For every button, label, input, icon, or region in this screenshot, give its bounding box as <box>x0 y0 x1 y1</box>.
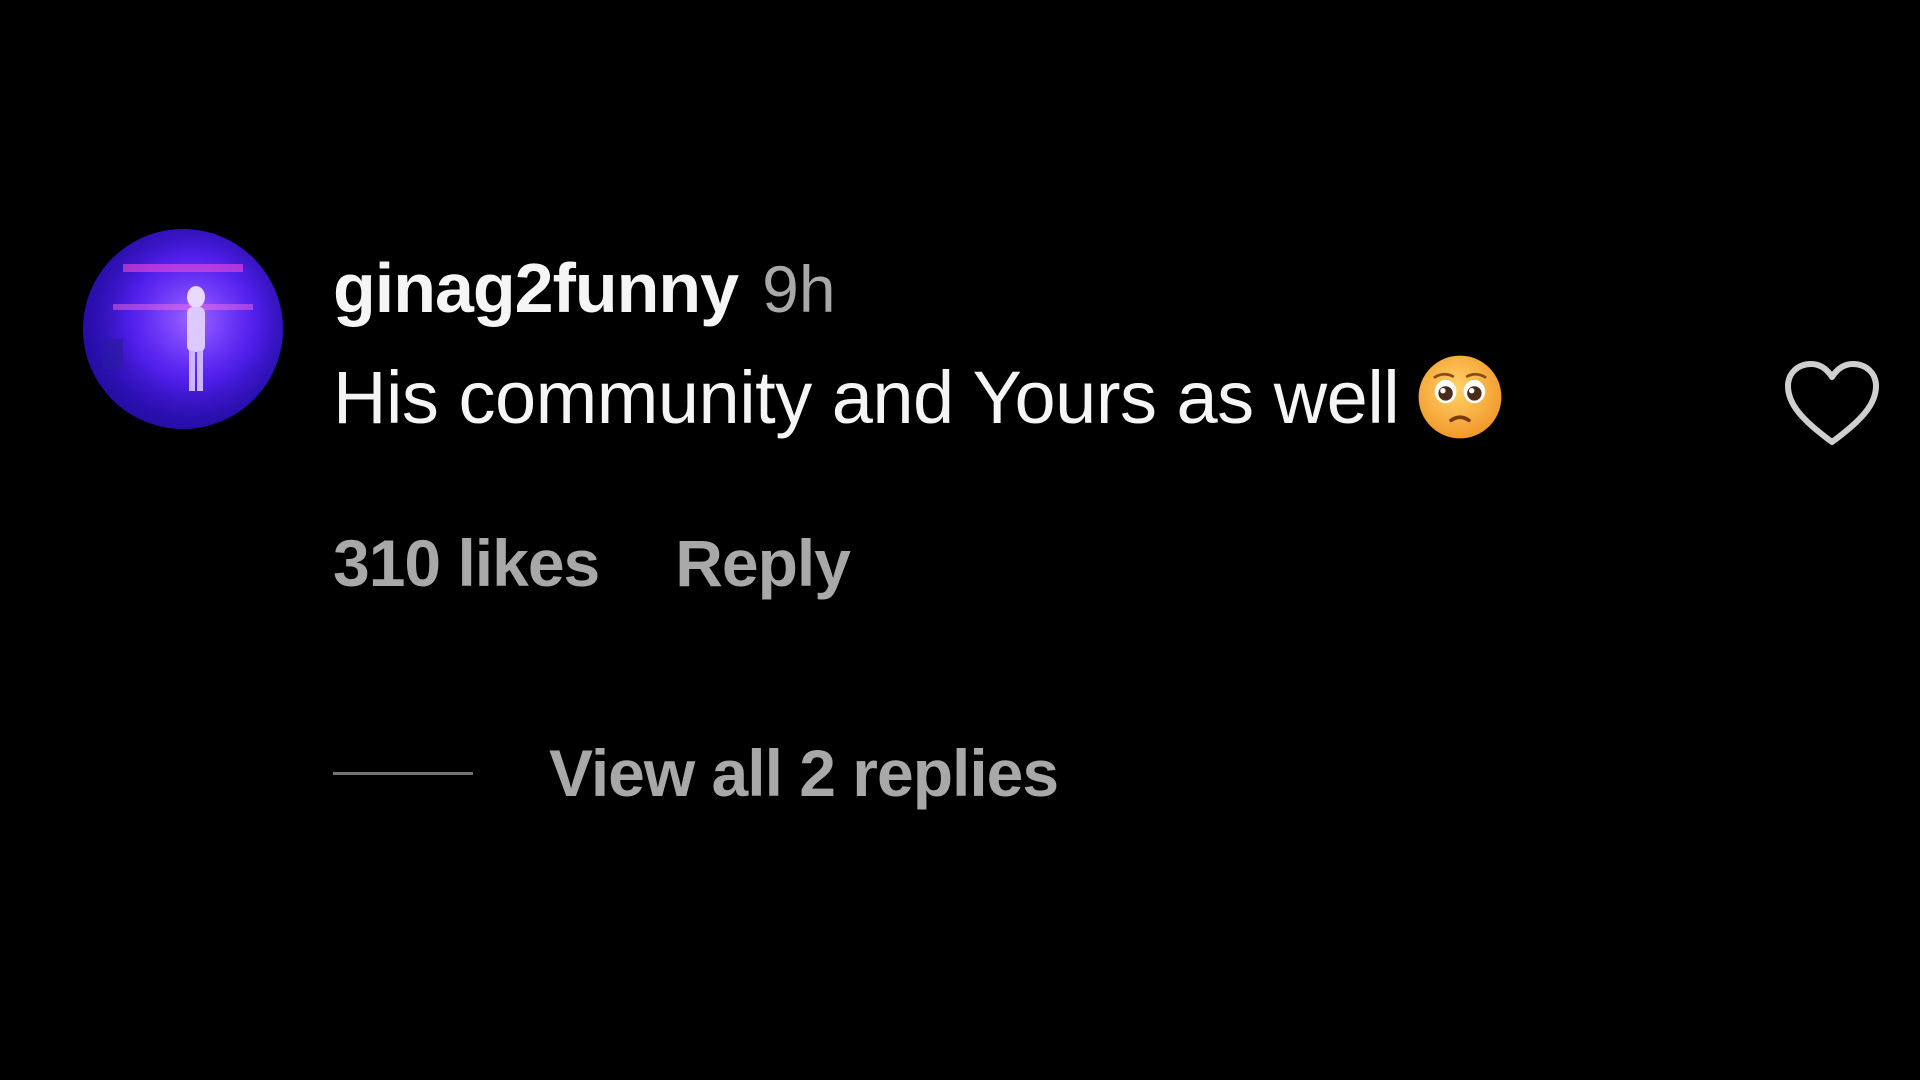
comment-actions: 310 likes Reply <box>333 525 851 601</box>
replies-divider-line <box>333 771 473 775</box>
like-button[interactable] <box>1782 360 1882 450</box>
reply-button[interactable]: Reply <box>675 525 851 601</box>
avatar[interactable] <box>83 229 283 429</box>
view-replies-label[interactable]: View all 2 replies <box>549 735 1059 811</box>
comment-text: His community and Yours as well <box>333 355 1400 439</box>
comment-body: His community and Yours as well <box>333 352 1505 442</box>
heart-outline-icon <box>1785 361 1879 445</box>
view-replies-toggle[interactable]: View all 2 replies <box>333 735 1059 811</box>
avatar-image <box>83 229 283 429</box>
pleading-face-emoji <box>1418 355 1502 439</box>
comment-header: ginag2funny 9h <box>333 248 836 328</box>
comment: ginag2funny 9h His community and Yours a… <box>0 0 1920 1080</box>
likes-count[interactable]: 310 likes <box>333 525 600 601</box>
timestamp: 9h <box>762 252 836 326</box>
username[interactable]: ginag2funny <box>333 248 739 328</box>
